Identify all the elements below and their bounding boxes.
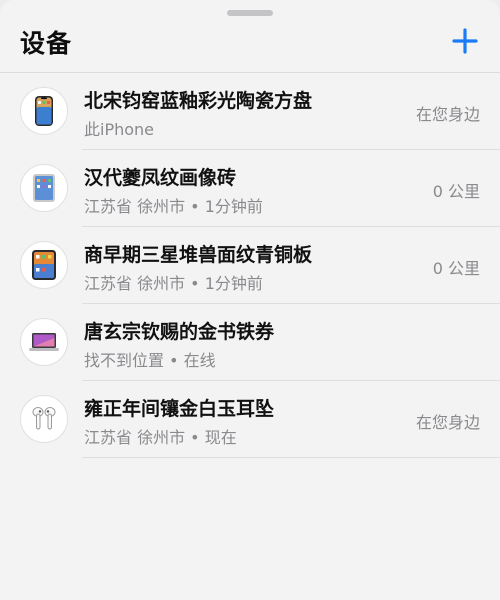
ipad-icon: [33, 174, 55, 202]
sheet-grabber[interactable]: [227, 10, 273, 16]
add-device-button[interactable]: [448, 24, 482, 58]
row-divider: [82, 457, 500, 458]
device-name: 北宋钧窑蓝釉彩光陶瓷方盘: [84, 90, 313, 112]
device-avatar: [20, 87, 68, 135]
device-distance: 在您身边: [415, 105, 480, 124]
device-distance: 0 公里: [432, 259, 480, 278]
device-row[interactable]: 北宋钧窑蓝釉彩光陶瓷方盘 此iPhone 在您身边: [0, 73, 500, 150]
device-name: 唐玄宗钦赐的金书铁券: [84, 321, 275, 343]
device-row[interactable]: 唐玄宗钦赐的金书铁券 找不到位置 • 在线: [0, 304, 500, 381]
device-status: 此iPhone: [84, 120, 155, 139]
device-list: 北宋钧窑蓝釉彩光陶瓷方盘 此iPhone 在您身边 汉代夔凤纹画像砖 江苏省 徐…: [0, 73, 500, 458]
device-name: 商早期三星堆兽面纹青铜板: [84, 244, 313, 266]
device-distance: 在您身边: [415, 413, 480, 432]
plus-icon: [452, 28, 478, 54]
device-row[interactable]: 雍正年间镶金白玉耳坠 江苏省 徐州市 • 现在 在您身边: [0, 381, 500, 458]
airpods-icon: [32, 407, 56, 430]
page-title: 设备: [20, 29, 73, 58]
device-row[interactable]: 汉代夔凤纹画像砖 江苏省 徐州市 • 1分钟前 0 公里: [0, 150, 500, 227]
device-avatar: [20, 164, 68, 212]
device-status: 江苏省 徐州市 • 1分钟前: [84, 274, 263, 293]
device-status: 找不到位置 • 在线: [84, 351, 216, 370]
iphone-icon: [35, 96, 53, 126]
device-name: 雍正年间镶金白玉耳坠: [84, 398, 275, 420]
device-name: 汉代夔凤纹画像砖: [84, 167, 237, 189]
device-distance: 0 公里: [432, 182, 480, 201]
macbook-icon: [29, 333, 59, 351]
device-avatar: [20, 241, 68, 289]
device-avatar: [20, 318, 68, 366]
ipad-icon: [32, 250, 56, 280]
device-status: 江苏省 徐州市 • 1分钟前: [84, 197, 263, 216]
device-status: 江苏省 徐州市 • 现在: [84, 428, 237, 447]
devices-sheet: 设备 北宋钧窑蓝釉彩光陶瓷方盘 此iPhone 在您身边 汉代夔凤纹画像砖 江苏…: [0, 0, 500, 600]
sheet-header: 设备: [0, 22, 500, 72]
device-avatar: [20, 395, 68, 443]
device-row[interactable]: 商早期三星堆兽面纹青铜板 江苏省 徐州市 • 1分钟前 0 公里: [0, 227, 500, 304]
